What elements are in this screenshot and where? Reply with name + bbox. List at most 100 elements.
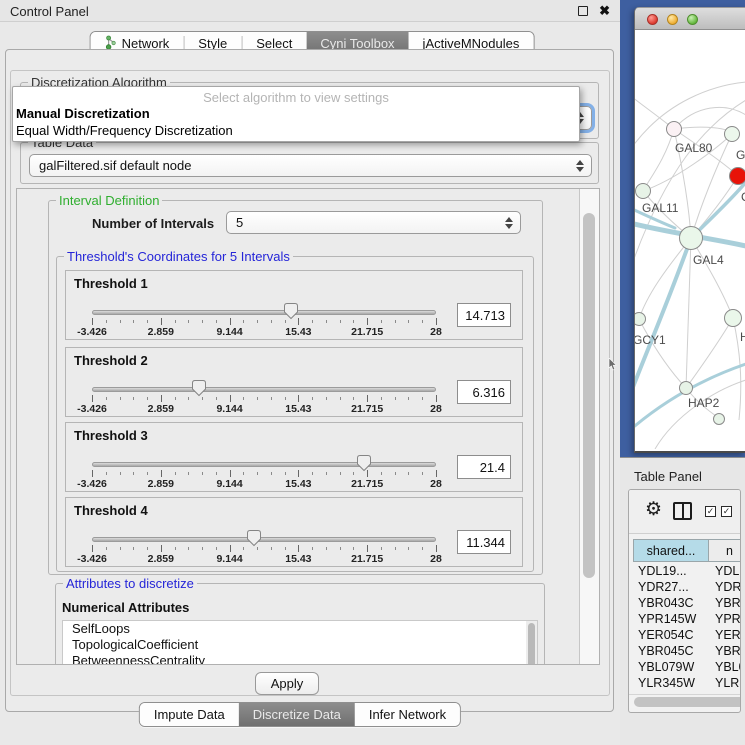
network-node-label: HAP2: [688, 396, 719, 410]
numerical-attributes-list[interactable]: SelfLoops TopologicalCoefficient Between…: [62, 620, 538, 665]
table-row[interactable]: YDL19...YDL1: [633, 563, 741, 579]
cell[interactable]: YBL0: [709, 659, 741, 675]
checkbox-icon[interactable]: ✓: [721, 506, 732, 517]
slider-tick: [436, 545, 437, 552]
window-close-button[interactable]: [647, 14, 658, 25]
table-row[interactable]: YBR045CYBR0: [633, 643, 741, 659]
menu-item-equal-width-frequency[interactable]: Equal Width/Frequency Discretization: [16, 123, 233, 138]
table-row[interactable]: YER054CYER0: [633, 627, 741, 643]
cell[interactable]: YPR145W: [633, 611, 709, 627]
slider-ticks: [92, 395, 436, 403]
network-window-titlebar: [635, 8, 745, 30]
cell[interactable]: YLR345W: [633, 675, 709, 691]
table-row[interactable]: YBR043CYBR0: [633, 595, 741, 611]
slider-track[interactable]: [92, 462, 436, 467]
list-item[interactable]: BetweennessCentrality: [63, 653, 537, 665]
numerical-attributes-label: Numerical Attributes: [62, 600, 189, 615]
threshold-2-slider[interactable]: -3.4262.8599.14415.4321.71528: [92, 382, 436, 414]
number-of-intervals-value: 5: [236, 215, 243, 230]
threshold-1-slider[interactable]: -3.4262.8599.14415.4321.71528: [92, 305, 436, 337]
table-row[interactable]: YPR145WYPR1: [633, 611, 741, 627]
threshold-label: Threshold 3: [74, 428, 148, 443]
slider-tick-label: -3.426: [77, 403, 107, 415]
slider-track[interactable]: [92, 537, 436, 542]
network-node[interactable]: [724, 126, 740, 142]
slider-tick: [188, 547, 189, 550]
slider-tick: [92, 395, 93, 402]
cell[interactable]: YER0: [709, 627, 741, 643]
list-item[interactable]: SelfLoops: [63, 621, 537, 637]
network-canvas[interactable]: GAL80GACGAL11GAL4GCY1HHAP2: [635, 30, 745, 449]
table-data-combobox[interactable]: galFiltered.sif default node: [29, 154, 592, 177]
apply-button[interactable]: Apply: [255, 672, 319, 695]
network-node[interactable]: [635, 183, 651, 199]
cell[interactable]: YDL19...: [633, 563, 709, 579]
number-of-intervals-combobox[interactable]: 5: [226, 211, 521, 234]
network-node[interactable]: [729, 167, 745, 185]
network-node[interactable]: [679, 381, 693, 395]
tab-impute-data[interactable]: Impute Data: [140, 703, 239, 726]
cell[interactable]: YER054C: [633, 627, 709, 643]
list-scrollbar[interactable]: [526, 621, 537, 665]
slider-tick: [298, 545, 299, 552]
threshold-coordinates-group: Threshold's Coordinates for 5 Intervals …: [56, 256, 534, 572]
menu-item-manual-discretization[interactable]: Manual Discretization: [16, 106, 150, 121]
tab-discretize-data[interactable]: Discretize Data: [239, 703, 355, 726]
checkbox-icon[interactable]: ✓: [705, 506, 716, 517]
float-window-icon[interactable]: [578, 6, 588, 16]
columns-icon[interactable]: [673, 502, 692, 520]
slider-tick: [106, 320, 107, 323]
close-icon[interactable]: ✖: [599, 3, 610, 19]
cell[interactable]: YDR2: [709, 579, 741, 595]
threshold-4-value[interactable]: 11.344: [457, 530, 511, 554]
cell[interactable]: YPR1: [709, 611, 741, 627]
slider-tick-label: 9.144: [216, 326, 242, 338]
threshold-1-panel: Threshold 1 -3.4262.8599.14415.4321.7152…: [65, 270, 523, 340]
cell[interactable]: YBL079W: [633, 659, 709, 675]
network-node[interactable]: [679, 226, 703, 250]
vertical-scrollbar[interactable]: [579, 189, 599, 664]
window-minimize-button[interactable]: [667, 14, 678, 25]
slider-tick: [243, 320, 244, 323]
tab-infer-network[interactable]: Infer Network: [355, 703, 460, 726]
table-row[interactable]: YBL079WYBL0: [633, 659, 741, 675]
vertical-scrollbar-thumb[interactable]: [583, 213, 595, 578]
threshold-2-value[interactable]: 6.316: [457, 380, 511, 404]
list-item[interactable]: TopologicalCoefficient: [63, 637, 537, 653]
table-row[interactable]: YLR345WYLR3: [633, 675, 741, 691]
cell[interactable]: YBR043C: [633, 595, 709, 611]
slider-track[interactable]: [92, 310, 436, 315]
slider-tick: [243, 397, 244, 400]
table-row[interactable]: YDR27...YDR2: [633, 579, 741, 595]
cell[interactable]: YBR0: [709, 643, 741, 659]
column-header-name[interactable]: n: [709, 539, 741, 562]
cell[interactable]: YBR045C: [633, 643, 709, 659]
horizontal-scrollbar[interactable]: [629, 694, 740, 708]
slider-track[interactable]: [92, 387, 436, 392]
slider-tick: [92, 545, 93, 552]
slider-tick: [340, 320, 341, 323]
threshold-4-slider[interactable]: -3.4262.8599.14415.4321.71528: [92, 532, 436, 564]
network-node[interactable]: [666, 121, 682, 137]
list-scrollbar-thumb[interactable]: [528, 623, 535, 665]
gear-icon[interactable]: ⚙: [645, 498, 662, 521]
control-panel-window: Control Panel ✖ Network Style: [0, 0, 620, 745]
cell[interactable]: YBR0: [709, 595, 741, 611]
threshold-1-value[interactable]: 14.713: [457, 303, 511, 327]
column-header-shared-name[interactable]: shared...: [633, 539, 709, 562]
slider-tick-label: -3.426: [77, 553, 107, 565]
slider-tick: [133, 320, 134, 323]
network-node[interactable]: [724, 309, 742, 327]
horizontal-scrollbar-thumb[interactable]: [634, 697, 741, 707]
slider-tick: [230, 470, 231, 477]
cell[interactable]: YDR27...: [633, 579, 709, 595]
threshold-label: Threshold 1: [74, 276, 148, 291]
cell[interactable]: YDL1: [709, 563, 741, 579]
slider-tick-label: 21.715: [351, 478, 383, 490]
window-zoom-button[interactable]: [687, 14, 698, 25]
network-node[interactable]: [713, 413, 725, 425]
threshold-3-value[interactable]: 21.4: [457, 455, 511, 479]
slider-tick: [422, 397, 423, 400]
threshold-3-slider[interactable]: -3.4262.8599.14415.4321.71528: [92, 457, 436, 489]
cell[interactable]: YLR3: [709, 675, 741, 691]
